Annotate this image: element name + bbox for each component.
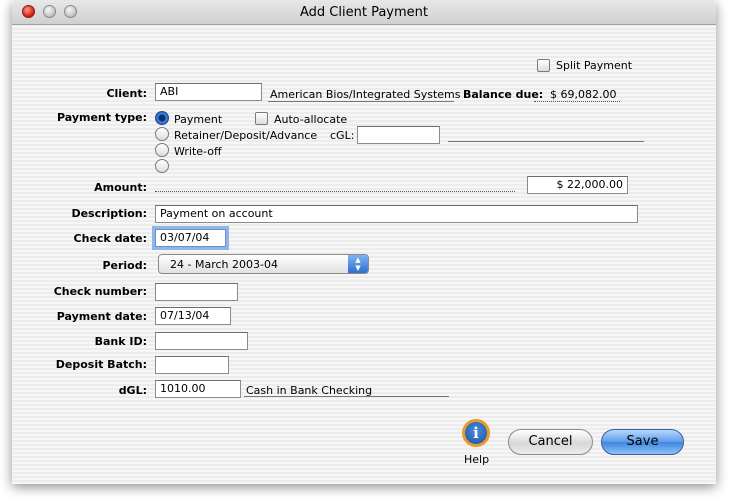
amount-field[interactable]: $ 22,000.00 [527, 176, 628, 194]
radio-retainer-label: Retainer/Deposit/Advance [174, 129, 318, 142]
radio-payment-label: Payment [174, 113, 223, 126]
balance-due-label: Balance due: [463, 88, 544, 101]
client-code-field[interactable]: ABI [155, 83, 262, 101]
title-bar: Add Client Payment [12, 0, 716, 25]
check-number-field[interactable] [155, 283, 238, 301]
balance-due-underline [534, 101, 620, 102]
add-client-payment-window: Add Client Payment Split Payment Client:… [12, 0, 716, 484]
period-popup-value: 24 - March 2003-04 [170, 258, 278, 271]
payment-date-label: Payment date: [56, 310, 147, 323]
check-date-field[interactable]: 03/07/04 [155, 229, 226, 247]
period-label: Period: [102, 259, 147, 272]
cgl-label: cGL: [330, 129, 355, 142]
amount-label: Amount: [94, 181, 147, 194]
help-label: Help [464, 453, 490, 466]
radio-retainer-deposit-advance[interactable] [155, 127, 169, 141]
radio-write-off-label: Write-off [174, 145, 222, 158]
popup-arrows-icon: ▲ ▼ [348, 255, 368, 273]
dgl-account-underline [244, 396, 449, 397]
dgl-label: dGL: [118, 384, 147, 397]
cgl-field[interactable] [357, 126, 440, 144]
radio-unlabeled[interactable] [155, 159, 169, 173]
bank-id-label: Bank ID: [94, 335, 147, 348]
auto-allocate-label: Auto-allocate [274, 113, 348, 126]
bank-id-field[interactable] [155, 332, 248, 350]
split-payment-checkbox[interactable] [537, 59, 550, 72]
auto-allocate-checkbox[interactable] [255, 112, 268, 125]
dgl-field[interactable]: 1010.00 [155, 380, 241, 398]
description-label: Description: [71, 207, 147, 220]
check-date-label: Check date: [73, 232, 147, 245]
save-button[interactable]: Save [601, 429, 684, 455]
period-popup[interactable]: 24 - March 2003-04 ▲ ▼ [158, 254, 369, 274]
client-name: American Bios/Integrated Systems [270, 88, 461, 101]
payment-date-field[interactable]: 07/13/04 [155, 307, 231, 325]
deposit-batch-label: Deposit Batch: [55, 358, 147, 371]
split-payment-label: Split Payment [556, 59, 633, 72]
deposit-batch-field[interactable] [155, 356, 229, 374]
radio-payment[interactable] [155, 111, 169, 125]
cancel-button[interactable]: Cancel [508, 429, 593, 455]
client-name-underline [268, 101, 454, 102]
client-label: Client: [106, 87, 147, 100]
payment-type-label: Payment type: [56, 111, 147, 124]
balance-due-value: $ 69,082.00 [550, 88, 617, 101]
help-info-icon[interactable]: i [462, 419, 490, 447]
radio-write-off[interactable] [155, 143, 169, 157]
window-title: Add Client Payment [300, 5, 428, 20]
cgl-account-underline [448, 141, 644, 142]
amount-dotted-line [155, 191, 515, 192]
description-field[interactable]: Payment on account [155, 205, 638, 223]
check-number-label: Check number: [53, 285, 147, 298]
